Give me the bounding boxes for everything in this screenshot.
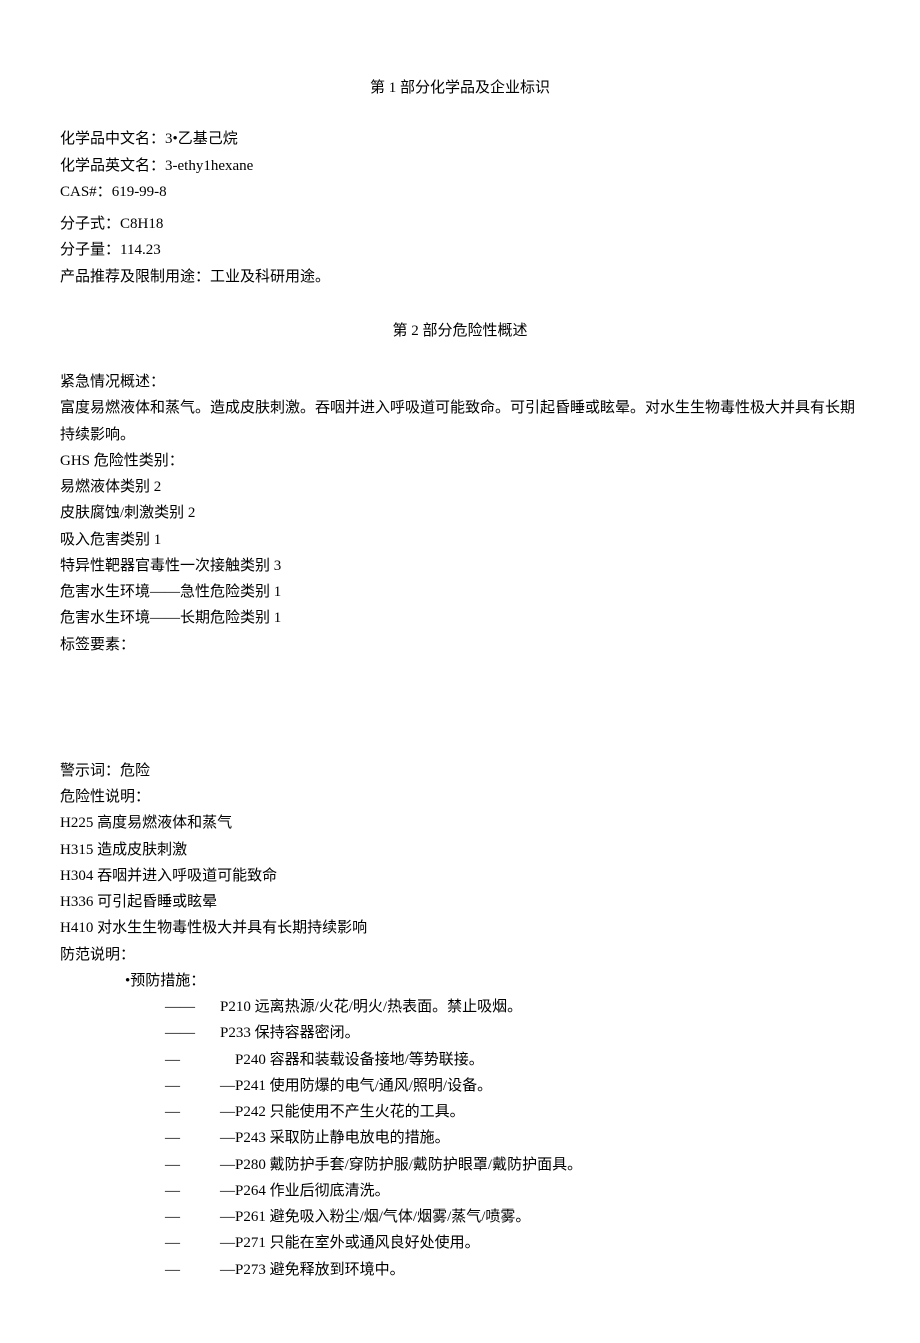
dash-icon: — (165, 1152, 220, 1178)
prevent-text: —P261 避免吸入粉尘/烟/气体/烟雾/蒸气/喷雾。 (220, 1204, 530, 1230)
overview-label: 紧急情况概述： (60, 369, 860, 395)
dash-icon: — (165, 1257, 220, 1283)
list-item: ——P280 戴防护手套/穿防护服/戴防护眼罩/戴防护面具。 (165, 1152, 860, 1178)
name-cn-label: 化学品中文名： (60, 131, 165, 147)
prevent-text: —P243 采取防止静电放电的措施。 (220, 1125, 450, 1151)
dash-icon: —— (165, 994, 220, 1020)
pictogram-placeholder (60, 658, 860, 758)
prevent-text: —P264 作业后彻底清洗。 (220, 1178, 390, 1204)
formula-value: C8H18 (120, 216, 163, 232)
dash-icon: — (165, 1125, 220, 1151)
ghs-class-2: 吸入危害类别 1 (60, 527, 860, 553)
ghs-class-3: 特异性靶器官毒性一次接触类别 3 (60, 553, 860, 579)
prevent-text: P240 容器和装载设备接地/等势联接。 (220, 1047, 484, 1073)
document-page: 第 1 部分化学品及企业标识 化学品中文名：3•乙基己烷 化学品英文名：3-et… (0, 0, 920, 1343)
list-item: ——P233 保持容器密闭。 (165, 1020, 860, 1046)
ghs-class-5: 危害水生环境——长期危险类别 1 (60, 605, 860, 631)
list-item: ——P242 只能使用不产生火花的工具。 (165, 1099, 860, 1125)
mw-label: 分子量： (60, 242, 120, 258)
dash-icon: — (165, 1047, 220, 1073)
list-item: ——P273 避免释放到环境中。 (165, 1257, 860, 1283)
prevention-lead: •预防措施： (60, 968, 860, 994)
ghs-class-0: 易燃液体类别 2 (60, 474, 860, 500)
list-item: —P240 容器和装载设备接地/等势联接。 (165, 1047, 860, 1073)
name-en-value: 3-ethy1hexane (165, 158, 253, 174)
ghs-label: GHS 危险性类别： (60, 448, 860, 474)
dash-icon: — (165, 1230, 220, 1256)
hazard-0: H225 高度易燃液体和蒸气 (60, 810, 860, 836)
hazard-label: 危险性说明： (60, 784, 860, 810)
signal-word-label: 警示词： (60, 763, 120, 779)
list-item: ——P264 作业后彻底清洗。 (165, 1178, 860, 1204)
list-item: ——P243 采取防止静电放电的措施。 (165, 1125, 860, 1151)
prevent-text: —P273 避免释放到环境中。 (220, 1257, 405, 1283)
use-line: 产品推荐及限制用途：工业及科研用途。 (60, 264, 860, 290)
list-item: ——P271 只能在室外或通风良好处使用。 (165, 1230, 860, 1256)
prevent-text: P233 保持容器密闭。 (220, 1020, 360, 1046)
prevent-text: P210 远离热源/火花/明火/热表面。禁止吸烟。 (220, 994, 522, 1020)
dash-icon: — (165, 1073, 220, 1099)
name-cn-value: 3•乙基己烷 (165, 131, 238, 147)
ghs-class-1: 皮肤腐蚀/刺激类别 2 (60, 500, 860, 526)
prevent-text: —P242 只能使用不产生火花的工具。 (220, 1099, 465, 1125)
hazard-4: H410 对水生生物毒性极大并具有长期持续影响 (60, 915, 860, 941)
cas-value: 619-99-8 (112, 184, 167, 200)
hazard-3: H336 可引起昏睡或眩晕 (60, 889, 860, 915)
dash-icon: — (165, 1178, 220, 1204)
name-en-line: 化学品英文名：3-ethy1hexane (60, 153, 860, 179)
formula-line: 分子式：C8H18 (60, 211, 860, 237)
list-item: ——P261 避免吸入粉尘/烟/气体/烟雾/蒸气/喷雾。 (165, 1204, 860, 1230)
section-2-body: 紧急情况概述： 富度易燃液体和蒸气。造成皮肤刺激。吞咽并进入呼吸道可能致命。可引… (60, 369, 860, 1283)
mw-value: 114.23 (120, 242, 161, 258)
dash-icon: —— (165, 1020, 220, 1046)
use-label: 产品推荐及限制用途： (60, 269, 210, 285)
prevent-text: —P280 戴防护手套/穿防护服/戴防护眼罩/戴防护面具。 (220, 1152, 582, 1178)
dash-icon: — (165, 1099, 220, 1125)
label-elements: 标签要素： (60, 632, 860, 658)
name-en-label: 化学品英文名： (60, 158, 165, 174)
overview-body: 富度易燃液体和蒸气。造成皮肤刺激。吞咽并进入呼吸道可能致命。可引起昏睡或眩晕。对… (60, 395, 860, 448)
use-value: 工业及科研用途。 (210, 269, 330, 285)
signal-word-line: 警示词：危险 (60, 758, 860, 784)
prevent-text: —P271 只能在室外或通风良好处使用。 (220, 1230, 480, 1256)
cas-line: CAS#：619-99-8 (60, 179, 860, 205)
cas-label: CAS#： (60, 184, 112, 200)
ghs-class-4: 危害水生环境——急性危险类别 1 (60, 579, 860, 605)
section-1-title: 第 1 部分化学品及企业标识 (60, 75, 860, 101)
mw-line: 分子量：114.23 (60, 237, 860, 263)
prevent-text: —P241 使用防爆的电气/通风/照明/设备。 (220, 1073, 492, 1099)
hazard-2: H304 吞咽并进入呼吸道可能致命 (60, 863, 860, 889)
section-2-title: 第 2 部分危险性概述 (60, 318, 860, 344)
signal-word-value: 危险 (120, 763, 150, 779)
formula-label: 分子式： (60, 216, 120, 232)
list-item: ——P210 远离热源/火花/明火/热表面。禁止吸烟。 (165, 994, 860, 1020)
list-item: ——P241 使用防爆的电气/通风/照明/设备。 (165, 1073, 860, 1099)
hazard-1: H315 造成皮肤刺激 (60, 837, 860, 863)
precaution-label: 防范说明： (60, 942, 860, 968)
section-1-body: 化学品中文名：3•乙基己烷 化学品英文名：3-ethy1hexane CAS#：… (60, 126, 860, 290)
dash-icon: — (165, 1204, 220, 1230)
name-cn-line: 化学品中文名：3•乙基己烷 (60, 126, 860, 152)
prevention-list: ——P210 远离热源/火花/明火/热表面。禁止吸烟。 ——P233 保持容器密… (60, 994, 860, 1283)
